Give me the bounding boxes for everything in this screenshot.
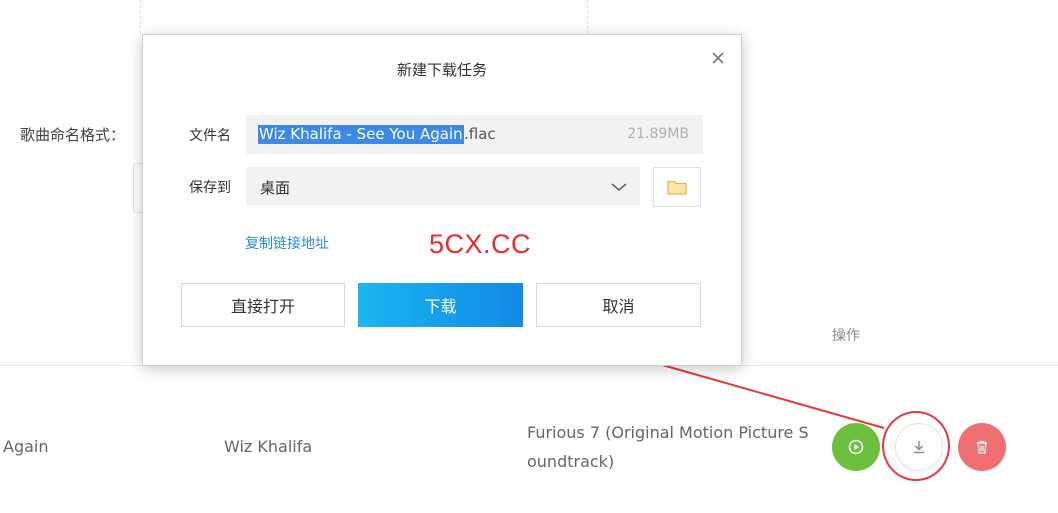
cancel-button[interactable]: 取消 (536, 283, 701, 327)
column-divider (140, 0, 141, 34)
column-divider (587, 0, 588, 34)
naming-format-label: 歌曲命名格式： (20, 126, 126, 144)
file-size: 21.89MB (627, 126, 689, 142)
filename-field[interactable]: Wiz Khalifa - See You Again .flac 21.89M… (246, 115, 703, 154)
table-header-action: 操作 (832, 328, 860, 344)
download-icon (914, 441, 924, 454)
copy-link-address[interactable]: 复制链接地址 (245, 233, 329, 253)
folder-icon (667, 180, 687, 195)
dialog-title: 新建下载任务 (396, 61, 487, 79)
chevron-down-icon (611, 183, 627, 192)
save-location-select[interactable]: 桌面 (246, 167, 640, 206)
browse-folder-button[interactable] (653, 167, 701, 207)
close-icon (712, 52, 724, 64)
open-directly-button[interactable]: 直接打开 (181, 283, 345, 327)
close-button[interactable] (707, 47, 729, 69)
filename-extension: .flac (464, 125, 496, 143)
album-cell: Furious 7 (Original Motion Picture S oun… (527, 418, 827, 476)
download-button[interactable] (895, 423, 943, 471)
watermark-text: 5CX.CC (429, 229, 532, 259)
play-icon (848, 439, 864, 455)
artist-cell: Wiz Khalifa (224, 437, 313, 456)
play-button[interactable] (832, 423, 880, 471)
trash-icon (977, 440, 987, 454)
album-line-2: oundtrack) (527, 452, 615, 471)
new-download-dialog: 新建下载任务 文件名 Wiz Khalifa - See You Again .… (142, 34, 742, 366)
save-to-label: 保存到 (189, 180, 231, 196)
delete-button[interactable] (958, 423, 1006, 471)
save-location-value: 桌面 (260, 179, 291, 197)
download-confirm-button[interactable]: 下载 (358, 283, 523, 327)
song-title-cell: Again (3, 437, 49, 456)
filename-selected-text: Wiz Khalifa - See You Again (258, 125, 464, 144)
filename-label: 文件名 (189, 128, 231, 144)
album-line-1: Furious 7 (Original Motion Picture S (527, 423, 809, 442)
